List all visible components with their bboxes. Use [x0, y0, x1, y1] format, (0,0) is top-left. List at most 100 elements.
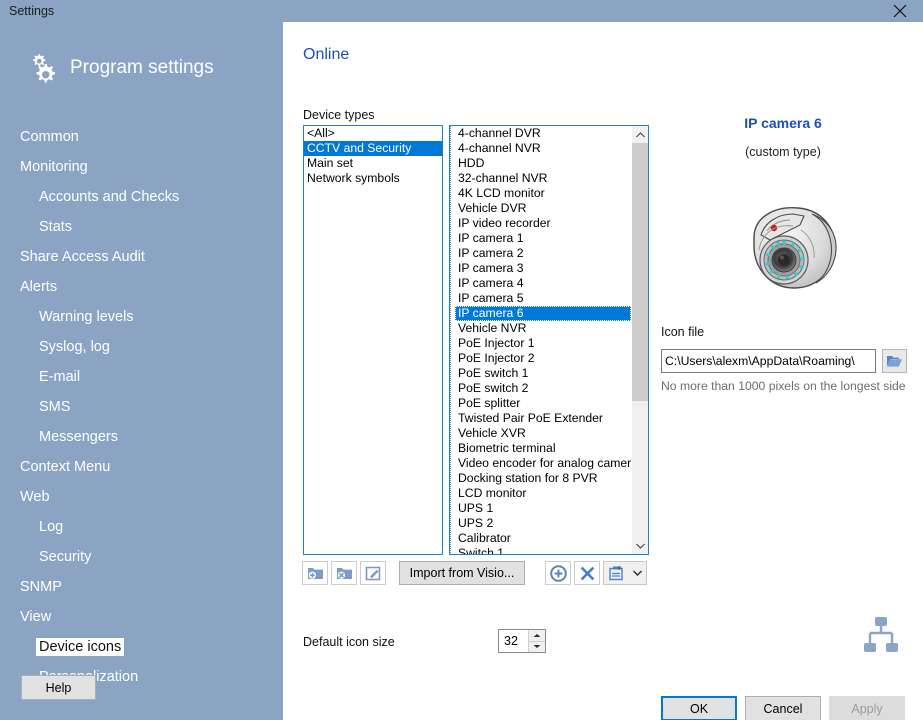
device-row[interactable]: PoE Injector 2: [455, 351, 631, 366]
device-row[interactable]: Twisted Pair PoE Extender: [455, 411, 631, 426]
sidebar-item-syslog-log[interactable]: Syslog, log: [0, 332, 283, 362]
device-row[interactable]: UPS 2: [455, 516, 631, 531]
sidebar-item-sms[interactable]: SMS: [0, 392, 283, 422]
sidebar-item-label: Web: [20, 489, 50, 505]
device-row[interactable]: Switch 1: [455, 546, 631, 554]
icon-file-label: Icon file: [661, 325, 705, 339]
sidebar-item-label: Common: [20, 129, 79, 145]
import-from-visio-button[interactable]: Import from Visio...: [399, 561, 525, 585]
scroll-down-icon[interactable]: [632, 537, 648, 554]
add-folder-button[interactable]: [302, 561, 328, 585]
spinner-up-icon[interactable]: [529, 630, 545, 642]
device-row[interactable]: IP camera 3: [455, 261, 631, 276]
ok-button-label: OK: [689, 701, 709, 716]
delete-folder-button[interactable]: [331, 561, 357, 585]
edit-pencil-icon: [365, 566, 380, 581]
device-row[interactable]: IP camera 4: [455, 276, 631, 291]
sidebar-item-common[interactable]: Common: [0, 122, 283, 152]
sidebar-item-security[interactable]: Security: [0, 542, 283, 572]
device-row[interactable]: Biometric terminal: [455, 441, 631, 456]
page-title: Online: [303, 46, 350, 63]
sidebar-nav: Common Monitoring Accounts and Checks Stats…: [0, 122, 283, 692]
sidebar-item-web[interactable]: Web: [0, 482, 283, 512]
device-row[interactable]: PoE splitter: [455, 396, 631, 411]
network-hierarchy-icon: [860, 615, 902, 655]
device-row[interactable]: PoE switch 2: [455, 381, 631, 396]
device-row[interactable]: PoE Injector 1: [455, 336, 631, 351]
cancel-button-label: Cancel: [763, 701, 803, 716]
device-row[interactable]: HDD: [455, 156, 631, 171]
category-row[interactable]: Network symbols: [304, 171, 442, 186]
save-icon-split-button[interactable]: [603, 561, 647, 585]
sidebar-item-label: Log: [39, 519, 64, 535]
device-row[interactable]: Calibrator: [455, 531, 631, 546]
apply-button-label: Apply: [851, 701, 883, 716]
device-row[interactable]: IP camera 6: [455, 306, 631, 321]
sidebar-item-alerts[interactable]: Alerts: [0, 272, 283, 302]
sidebar-item-label: View: [20, 609, 52, 625]
icon-file-input[interactable]: C:\Users\alexm\AppData\Roaming\: [661, 349, 876, 373]
device-types-label: Device types: [303, 108, 375, 122]
save-add-icon[interactable]: [604, 562, 629, 584]
default-icon-size-stepper[interactable]: 32: [498, 629, 546, 653]
sidebar-item-label: Monitoring: [20, 159, 88, 175]
brand-label: Program settings: [70, 57, 214, 78]
sidebar-item-label: Alerts: [20, 279, 58, 295]
device-row[interactable]: IP camera 2: [455, 246, 631, 261]
delete-icon-button[interactable]: [574, 561, 600, 585]
sidebar-item-snmp[interactable]: SNMP: [0, 572, 283, 602]
scroll-up-icon[interactable]: [632, 126, 648, 143]
sidebar-item-label: Security: [39, 549, 92, 565]
device-categories-listbox[interactable]: <All> CCTV and Security Main set Network sy…: [303, 125, 443, 555]
sidebar-item-share-access-audit[interactable]: Share Access Audit: [0, 242, 283, 272]
spinner-down-icon[interactable]: [529, 641, 545, 652]
device-list-items: 4-channel DVR 4-channel NVR HDD 32-channel …: [450, 126, 631, 554]
help-button[interactable]: Help: [21, 675, 96, 700]
device-row[interactable]: LCD monitor: [455, 486, 631, 501]
cancel-button[interactable]: Cancel: [745, 696, 821, 720]
device-row[interactable]: UPS 1: [455, 501, 631, 516]
device-row[interactable]: 4-channel NVR: [455, 141, 631, 156]
device-row[interactable]: Video encoder for analog camera: [455, 456, 631, 471]
edit-type-button[interactable]: [360, 561, 386, 585]
sidebar-item-stats[interactable]: Stats: [0, 212, 283, 242]
chevron-down-icon[interactable]: [629, 562, 646, 584]
sidebar-item-view[interactable]: View: [0, 602, 283, 632]
folder-add-icon: [307, 568, 323, 579]
device-row[interactable]: IP camera 1: [455, 231, 631, 246]
device-list-scrollbar[interactable]: [631, 126, 648, 554]
scrollbar-thumb[interactable]: [632, 143, 648, 401]
browse-icon-file-button[interactable]: [882, 349, 907, 373]
sidebar-item-warning-levels[interactable]: Warning levels: [0, 302, 283, 332]
sidebar-item-monitoring[interactable]: Monitoring: [0, 152, 283, 182]
device-list-listbox[interactable]: 4-channel DVR 4-channel NVR HDD 32-channel …: [449, 125, 649, 555]
icon-file-value: C:\Users\alexm\AppData\Roaming\: [665, 354, 855, 368]
sidebar-item-messengers[interactable]: Messengers: [0, 422, 283, 452]
device-row[interactable]: PoE switch 1: [455, 366, 631, 381]
sidebar-item-label: Messengers: [39, 429, 118, 445]
category-row[interactable]: CCTV and Security: [304, 141, 442, 156]
cross-icon: [580, 566, 594, 580]
dome-camera-image: [738, 202, 843, 297]
sidebar-item-accounts-and-checks[interactable]: Accounts and Checks: [0, 182, 283, 212]
add-icon-button[interactable]: [545, 561, 571, 585]
device-row[interactable]: IP video recorder: [455, 216, 631, 231]
device-row[interactable]: 4K LCD monitor: [455, 186, 631, 201]
device-row[interactable]: IP camera 5: [455, 291, 631, 306]
device-row[interactable]: 4-channel DVR: [455, 126, 631, 141]
sidebar-item-log[interactable]: Log: [0, 512, 283, 542]
device-row[interactable]: Vehicle NVR: [455, 321, 631, 336]
device-row[interactable]: 32-channel NVR: [455, 171, 631, 186]
category-row[interactable]: <All>: [304, 126, 442, 141]
sidebar-item-device-icons[interactable]: Device icons: [0, 632, 283, 662]
sidebar-item-context-menu[interactable]: Context Menu: [0, 452, 283, 482]
device-row[interactable]: Docking station for 8 PVR: [455, 471, 631, 486]
sidebar-item-label: SMS: [39, 399, 71, 415]
sidebar-item-e-mail[interactable]: E-mail: [0, 362, 283, 392]
default-icon-size-value[interactable]: 32: [499, 634, 528, 648]
device-row[interactable]: Vehicle XVR: [455, 426, 631, 441]
category-row[interactable]: Main set: [304, 156, 442, 171]
ok-button[interactable]: OK: [661, 696, 737, 720]
device-row[interactable]: Vehicle DVR: [455, 201, 631, 216]
close-icon[interactable]: [877, 0, 923, 22]
